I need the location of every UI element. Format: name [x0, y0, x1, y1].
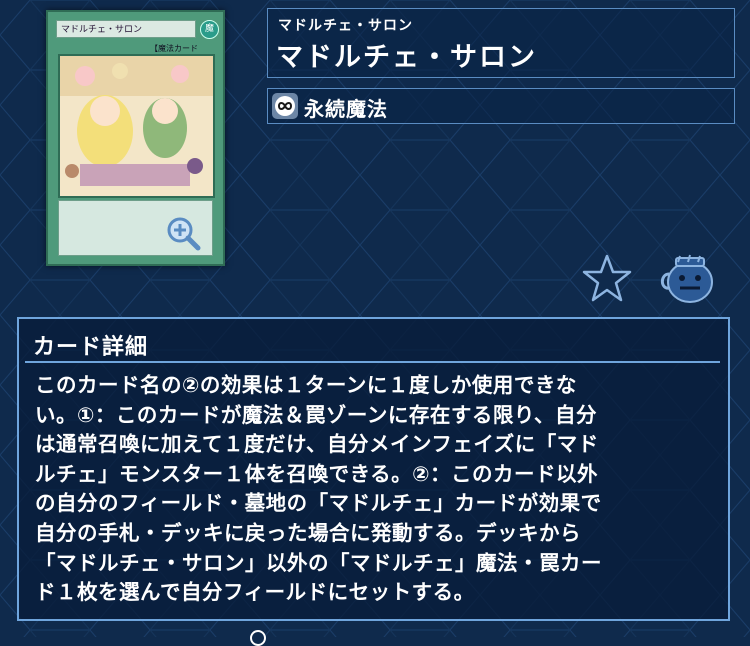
- card-image[interactable]: マドルチェ・サロン 魔 【魔法カード: [46, 10, 225, 266]
- pot-icon[interactable]: [660, 252, 718, 306]
- card-detail-panel: カード詳細 このカード名の②の効果は１ターンに１度しか使用できな い。①：このカ…: [17, 317, 730, 621]
- effect-text-line: ルチェ」モンスター１体を召喚できる。②：このカード以外: [35, 461, 599, 486]
- effect-text-line: い。①：このカードが魔法＆罠ゾーンに存在する限り、自分: [35, 402, 598, 427]
- card-name: マドルチェ・サロン: [276, 42, 537, 73]
- effect-text-line: ド１枚を選んで自分フィールドにセットする。: [35, 580, 475, 605]
- effect-text-line: このカード名の②の効果は１ターンに１度しか使用できな: [35, 373, 577, 397]
- card-name-bar: マドルチェ・サロン: [56, 20, 196, 38]
- card-title-panel: マドルチェ・サロン マドルチェ・サロン: [267, 8, 735, 78]
- detail-divider: [25, 361, 720, 363]
- effect-text-line: 「マドルチェ・サロン」以外の「マドルチェ」魔法・罠カー: [35, 550, 602, 575]
- scroll-indicator-icon: [250, 630, 266, 646]
- card-artwork: [58, 54, 215, 198]
- star-icon[interactable]: [582, 254, 632, 302]
- effect-text-line: は通常召喚に加えて１度だけ、自分メインフェイズに「マド: [35, 432, 599, 457]
- spell-type-panel: 永続魔法: [267, 88, 735, 124]
- card-name-ruby: マドルチェ・サロン: [278, 18, 413, 34]
- spell-attribute-icon: 魔: [200, 20, 219, 39]
- card-type-line: 【魔法カード: [150, 44, 198, 53]
- effect-text-line: 自分の手札・デッキに戻った場合に発動する。デッキから: [35, 520, 581, 545]
- effect-text-line: の自分のフィールド・墓地の「マドルチェ」カードが効果で: [35, 491, 602, 516]
- continuous-spell-icon: [272, 93, 298, 119]
- card-effect-text: このカード名の②の効果は１ターンに１度しか使用できな い。①：このカードが魔法＆…: [35, 371, 715, 608]
- detail-heading: カード詳細: [33, 335, 149, 360]
- spell-type-label: 永続魔法: [304, 97, 388, 121]
- zoom-in-icon[interactable]: [164, 214, 202, 252]
